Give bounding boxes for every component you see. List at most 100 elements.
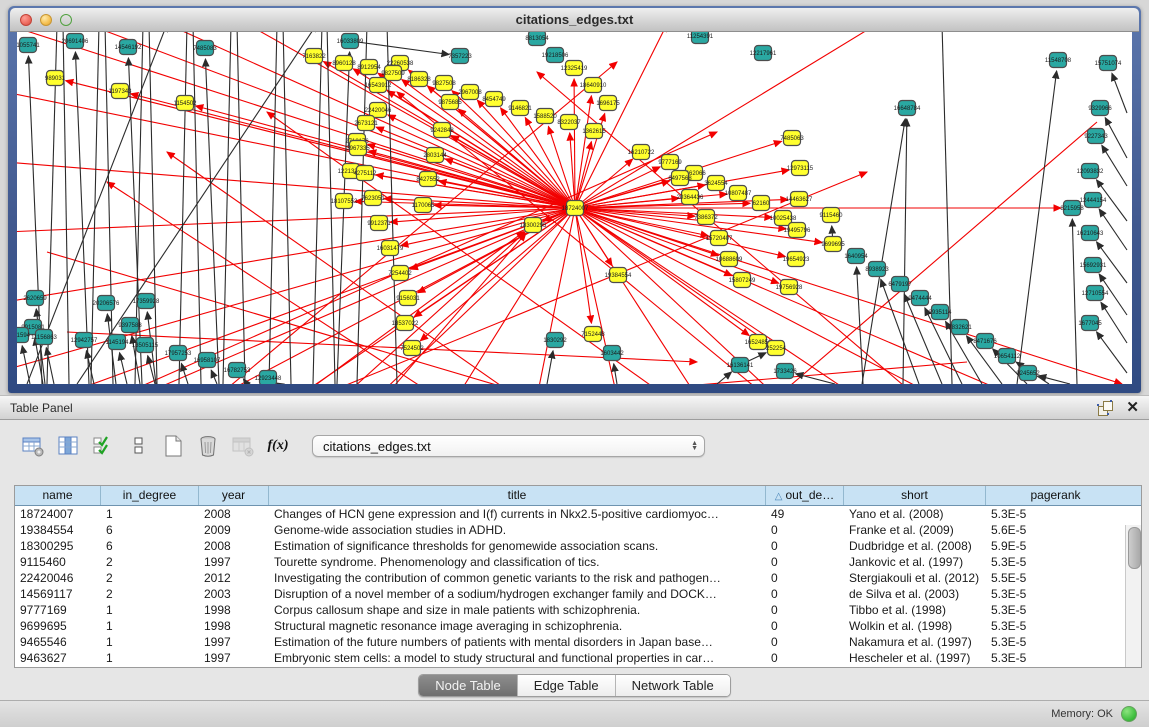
delete-column-icon[interactable] — [195, 433, 221, 459]
citation-edge-red[interactable] — [57, 208, 575, 384]
network-node[interactable]: 2673121 — [354, 116, 378, 131]
network-node[interactable]: 20206576 — [93, 296, 120, 311]
column-header-in_degree[interactable]: in_degree — [101, 486, 199, 505]
network-node[interactable]: 2935114 — [929, 305, 953, 320]
column-header-name[interactable]: name — [15, 486, 101, 505]
network-node[interactable]: 9329966 — [1088, 101, 1112, 116]
network-node[interactable]: 1640954 — [844, 249, 868, 264]
network-node[interactable]: 7832621 — [948, 320, 972, 335]
network-node[interactable]: 8471676 — [973, 334, 997, 349]
scrollbar-thumb[interactable] — [1128, 527, 1141, 569]
citation-edge-red[interactable] — [317, 232, 524, 384]
table-row[interactable]: 946362711997Embryonic stem cells: a mode… — [15, 650, 1141, 666]
network-node[interactable]: 19756928 — [776, 280, 803, 295]
network-node[interactable]: 18107552 — [331, 194, 358, 209]
citation-edge-red[interactable] — [575, 208, 772, 217]
network-node[interactable]: 16958107 — [194, 353, 221, 368]
column-header-title[interactable]: title — [269, 486, 766, 505]
network-node[interactable]: 12710554 — [1082, 286, 1109, 301]
network-node[interactable]: 7163822 — [302, 49, 326, 64]
show-columns-icon[interactable] — [55, 433, 81, 459]
network-node[interactable]: 9777169 — [658, 155, 682, 170]
network-node[interactable]: 989031 — [45, 71, 66, 86]
network-node[interactable]: 1588520 — [533, 109, 557, 124]
network-node[interactable]: 7386372 — [694, 210, 718, 225]
network-node[interactable]: 8215958 — [1060, 201, 1084, 216]
citation-edge-black[interactable] — [149, 32, 157, 384]
select-all-icon[interactable] — [90, 433, 116, 459]
network-node[interactable]: 17957253 — [165, 346, 192, 361]
network-node[interactable]: 8454749 — [482, 92, 506, 107]
column-header-year[interactable]: year — [199, 486, 269, 505]
network-node[interactable]: 8427552 — [416, 172, 440, 187]
citation-edge-black[interactable] — [1017, 71, 1057, 384]
network-node[interactable]: 16210643 — [1077, 226, 1104, 241]
table-row[interactable]: 969969511998Structural magnetic resonanc… — [15, 618, 1141, 634]
citation-edge-black[interactable] — [179, 32, 187, 384]
network-node[interactable]: 1362615 — [582, 124, 606, 139]
network-node[interactable]: 9227343 — [1084, 129, 1108, 144]
network-node[interactable]: 10688609 — [716, 252, 743, 267]
citation-edge-red[interactable] — [777, 122, 1097, 384]
citation-edge-red[interactable] — [575, 208, 779, 283]
network-node[interactable]: 15807249 — [729, 273, 756, 288]
network-node[interactable]: 16648784 — [894, 101, 921, 116]
network-node[interactable]: 8322037 — [557, 115, 581, 130]
network-node[interactable]: 16033809 — [337, 34, 364, 49]
network-node[interactable]: 15692931 — [1080, 258, 1107, 273]
network-node[interactable]: 7524502 — [400, 341, 424, 356]
citation-edge-red[interactable] — [17, 92, 575, 208]
network-node[interactable]: 1197343 — [109, 84, 133, 99]
float-panel-icon[interactable] — [1097, 400, 1114, 416]
network-node[interactable]: 4275112 — [354, 166, 378, 181]
network-canvas[interactable]: 1872400718300295193845549890311197343115… — [17, 32, 1132, 384]
network-node[interactable]: 9245652 — [1016, 366, 1040, 381]
network-node[interactable]: 9875685 — [438, 95, 462, 110]
network-node[interactable]: 7357223 — [448, 49, 472, 64]
network-node[interactable]: 9827508 — [432, 76, 456, 91]
citation-edge-red[interactable] — [17, 32, 575, 208]
citation-edge-black[interactable] — [350, 41, 449, 55]
table-row[interactable]: 2242004622012Investigating the contribut… — [15, 570, 1141, 586]
network-node[interactable]: 9156031 — [396, 291, 420, 306]
table-selector-dropdown[interactable]: citations_edges.txt ▲▼ — [312, 435, 705, 457]
memory-status-icon[interactable] — [1121, 706, 1137, 722]
citation-edge-black[interactable] — [211, 370, 217, 384]
citation-edge-red[interactable] — [575, 208, 1122, 384]
network-node[interactable]: 1603442 — [600, 346, 624, 361]
table-row[interactable]: 1830029562008Estimation of significance … — [15, 538, 1141, 554]
network-node[interactable]: 14463627 — [786, 192, 813, 207]
network-node[interactable]: 1170065 — [412, 198, 436, 213]
citation-edge-black[interactable] — [862, 119, 905, 384]
vertical-scrollbar[interactable] — [1125, 525, 1141, 667]
network-node[interactable]: 2803144 — [423, 148, 447, 163]
citation-edge-black[interactable] — [547, 351, 553, 384]
network-node[interactable]: 9146821 — [508, 101, 532, 116]
network-node[interactable]: 1830292 — [543, 333, 567, 348]
new-column-icon[interactable] — [160, 433, 186, 459]
network-node[interactable]: 12973115 — [787, 161, 814, 176]
citation-edge-black[interactable] — [205, 59, 219, 384]
citation-edge-black[interactable] — [327, 32, 335, 384]
network-node[interactable]: 12444154 — [1080, 193, 1107, 208]
citation-edge-black[interactable] — [1105, 118, 1127, 158]
network-node[interactable]: 10654112 — [994, 349, 1021, 364]
network-node[interactable]: 1733426 — [773, 364, 797, 379]
network-node[interactable]: 9397588 — [118, 318, 142, 333]
network-node[interactable]: 20364436 — [677, 190, 704, 205]
network-node[interactable]: 12923448 — [255, 371, 282, 385]
tab-network-table[interactable]: Network Table — [616, 675, 730, 696]
network-node[interactable]: 1154502 — [174, 96, 198, 111]
network-node[interactable]: 14546192 — [115, 40, 142, 55]
function-builder-icon[interactable]: f(x) — [265, 433, 291, 459]
network-node[interactable]: 15751074 — [1095, 56, 1122, 71]
table-row[interactable]: 946554611997Estimation of the future num… — [15, 634, 1141, 650]
network-node[interactable]: 8960128 — [332, 56, 356, 71]
network-node[interactable]: 1055741 — [17, 38, 40, 53]
close-panel-icon[interactable]: ✕ — [1126, 400, 1139, 415]
table-options-icon[interactable] — [20, 433, 46, 459]
table-row[interactable]: 1938455462009Genome-wide association stu… — [15, 522, 1141, 538]
network-node[interactable]: 16031479 — [377, 241, 404, 256]
network-node[interactable]: 3624554 — [704, 176, 728, 191]
citation-edge-black[interactable] — [223, 32, 231, 384]
